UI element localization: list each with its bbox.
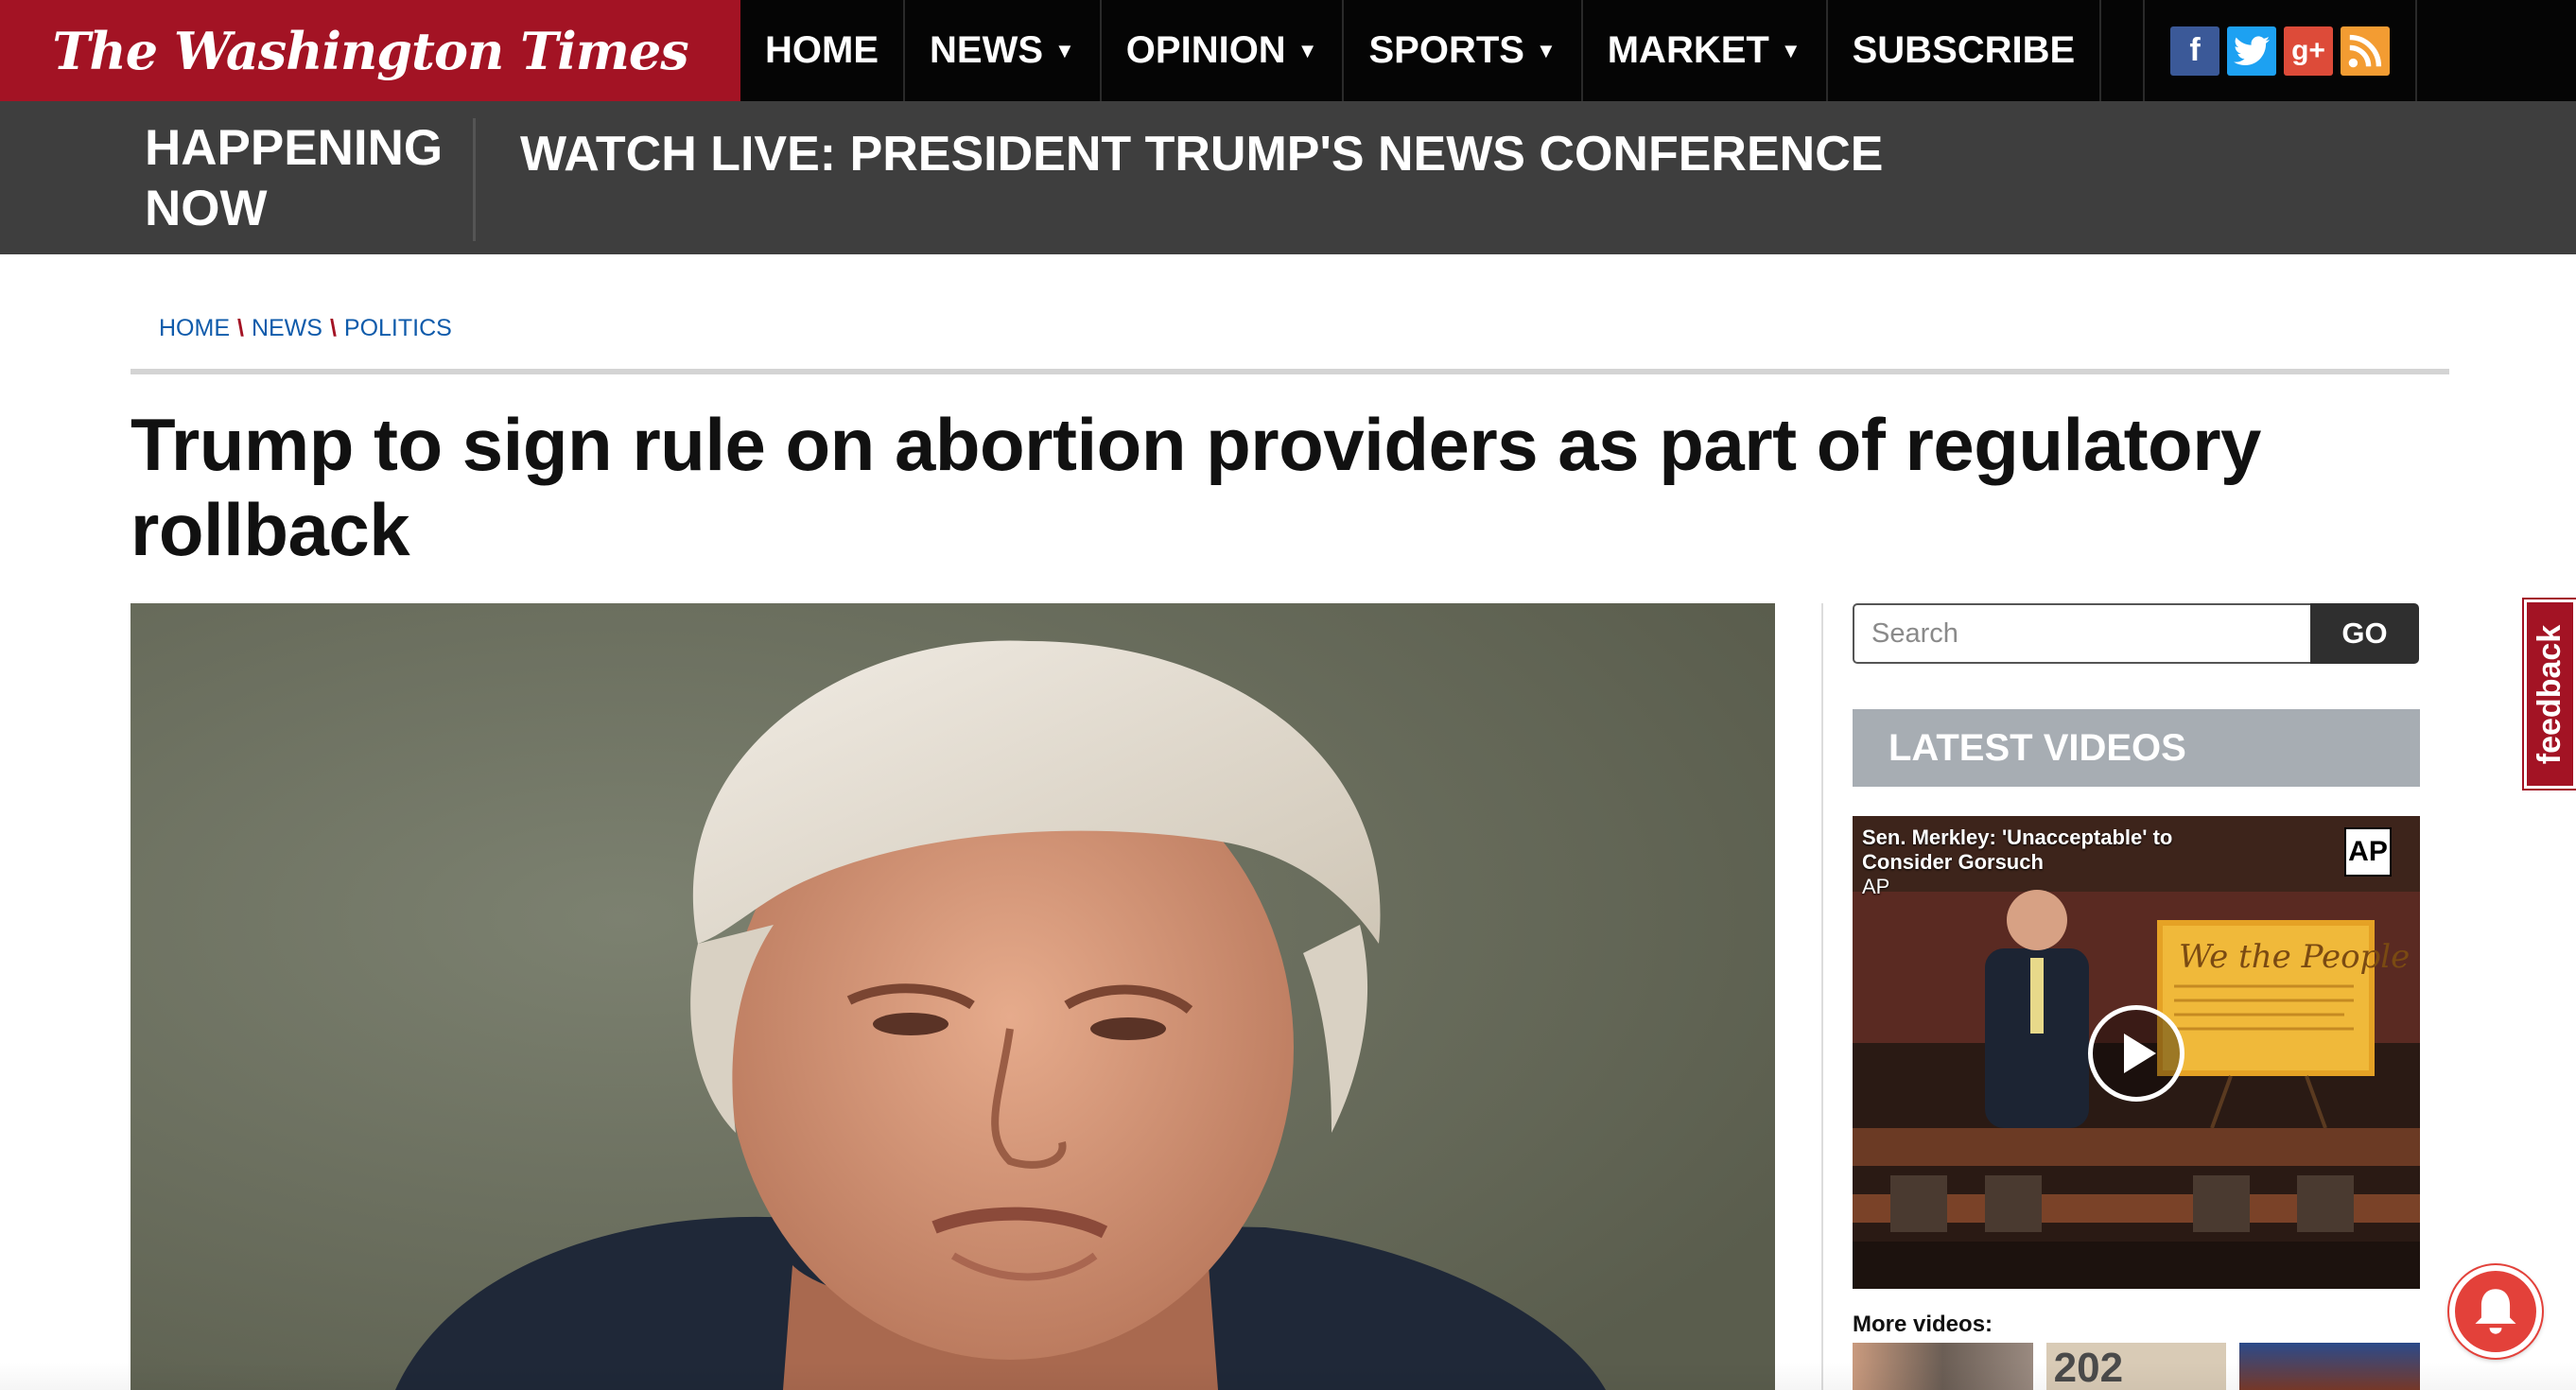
more-videos-label: More videos:	[1853, 1312, 1993, 1337]
nav-item-sports[interactable]: SPORTS ▼	[1344, 0, 1583, 101]
video-thumbnail-text: 202	[2053, 1345, 2124, 1390]
video-player[interactable]: We the People Sen. Merkley: 'Unacceptabl…	[1853, 816, 2420, 1289]
nav-item-market[interactable]: MARKET ▼	[1583, 0, 1828, 101]
nav-item-home[interactable]: HOME	[740, 0, 905, 101]
rss-icon[interactable]	[2341, 26, 2390, 76]
search-input[interactable]	[1853, 603, 2310, 664]
video-meta: Sen. Merkley: 'Unacceptable' to Consider…	[1862, 825, 2184, 899]
latest-videos-header: LATEST VIDEOS	[1853, 709, 2420, 787]
notification-bell-button[interactable]	[2449, 1265, 2542, 1358]
main-nav: HOME NEWS ▼ OPINION ▼ SPORTS ▼ MARKET ▼ SUBS…	[740, 0, 2102, 101]
video-thumbnail[interactable]: 202	[2045, 1343, 2227, 1390]
search-go-button[interactable]: GO	[2310, 603, 2419, 664]
nav-item-label: HOME	[765, 29, 879, 71]
facebook-icon[interactable]: f	[2170, 26, 2219, 76]
feedback-label: feedback	[2532, 624, 2567, 764]
article-headline: Trump to sign rule on abortion providers…	[131, 403, 2261, 571]
breadcrumb-politics[interactable]: POLITICS	[344, 315, 452, 342]
social-links: f g+	[2143, 0, 2417, 101]
breadcrumb-home[interactable]: HOME	[159, 315, 230, 342]
bell-icon	[2475, 1289, 2516, 1334]
article-hero-image	[131, 603, 1775, 1390]
nav-item-label: NEWS	[930, 29, 1043, 71]
divider	[473, 118, 476, 241]
nav-item-news[interactable]: NEWS ▼	[905, 0, 1102, 101]
caret-down-icon: ▼	[1780, 38, 1801, 62]
feedback-tab[interactable]: feedback	[2522, 598, 2576, 791]
caret-down-icon: ▼	[1297, 38, 1318, 62]
happening-now-bar: HAPPENING NOW WATCH LIVE: PRESIDENT TRUM…	[0, 101, 2576, 254]
breadcrumb-separator: \	[329, 315, 337, 341]
page: The Washington Times HOME NEWS ▼ OPINION ▼…	[0, 0, 2576, 1390]
more-videos-thumbnails: 202	[1853, 1343, 2421, 1390]
divider	[131, 369, 2449, 374]
play-icon	[2124, 1034, 2156, 1073]
play-button[interactable]	[2088, 1005, 2184, 1102]
breadcrumb-news[interactable]: NEWS	[252, 315, 322, 342]
nav-item-subscribe[interactable]: SUBSCRIBE	[1828, 0, 2102, 101]
nav-item-label: SUBSCRIBE	[1852, 29, 2076, 71]
video-thumbnail[interactable]	[1853, 1343, 2033, 1390]
happening-now-label: HAPPENING NOW	[145, 120, 444, 236]
breadcrumb: HOME \ NEWS \ POLITICS	[159, 315, 452, 342]
happening-now-link[interactable]: WATCH LIVE: PRESIDENT TRUMP'S NEWS CONFE…	[520, 124, 1883, 184]
nav-item-label: OPINION	[1125, 29, 1286, 71]
site-logo-text: The Washington Times	[52, 20, 688, 81]
ap-logo: AP	[2344, 827, 2392, 877]
breadcrumb-separator: \	[237, 315, 244, 341]
poster-text: We the People	[2179, 938, 2410, 976]
twitter-icon[interactable]	[2227, 26, 2276, 76]
caret-down-icon: ▼	[1535, 38, 1557, 62]
divider	[1821, 603, 1823, 1390]
video-title: Sen. Merkley: 'Unacceptable' to Consider…	[1862, 825, 2173, 874]
caret-down-icon: ▼	[1054, 38, 1075, 62]
top-navbar: The Washington Times HOME NEWS ▼ OPINION ▼…	[0, 0, 2576, 101]
video-source: AP	[1862, 875, 1890, 898]
video-thumbnail[interactable]	[2239, 1343, 2421, 1390]
site-logo[interactable]: The Washington Times	[0, 0, 740, 101]
nav-item-label: SPORTS	[1368, 29, 1524, 71]
nav-item-opinion[interactable]: OPINION ▼	[1102, 0, 1345, 101]
google-plus-icon[interactable]: g+	[2284, 26, 2333, 76]
nav-item-label: MARKET	[1607, 29, 1769, 71]
